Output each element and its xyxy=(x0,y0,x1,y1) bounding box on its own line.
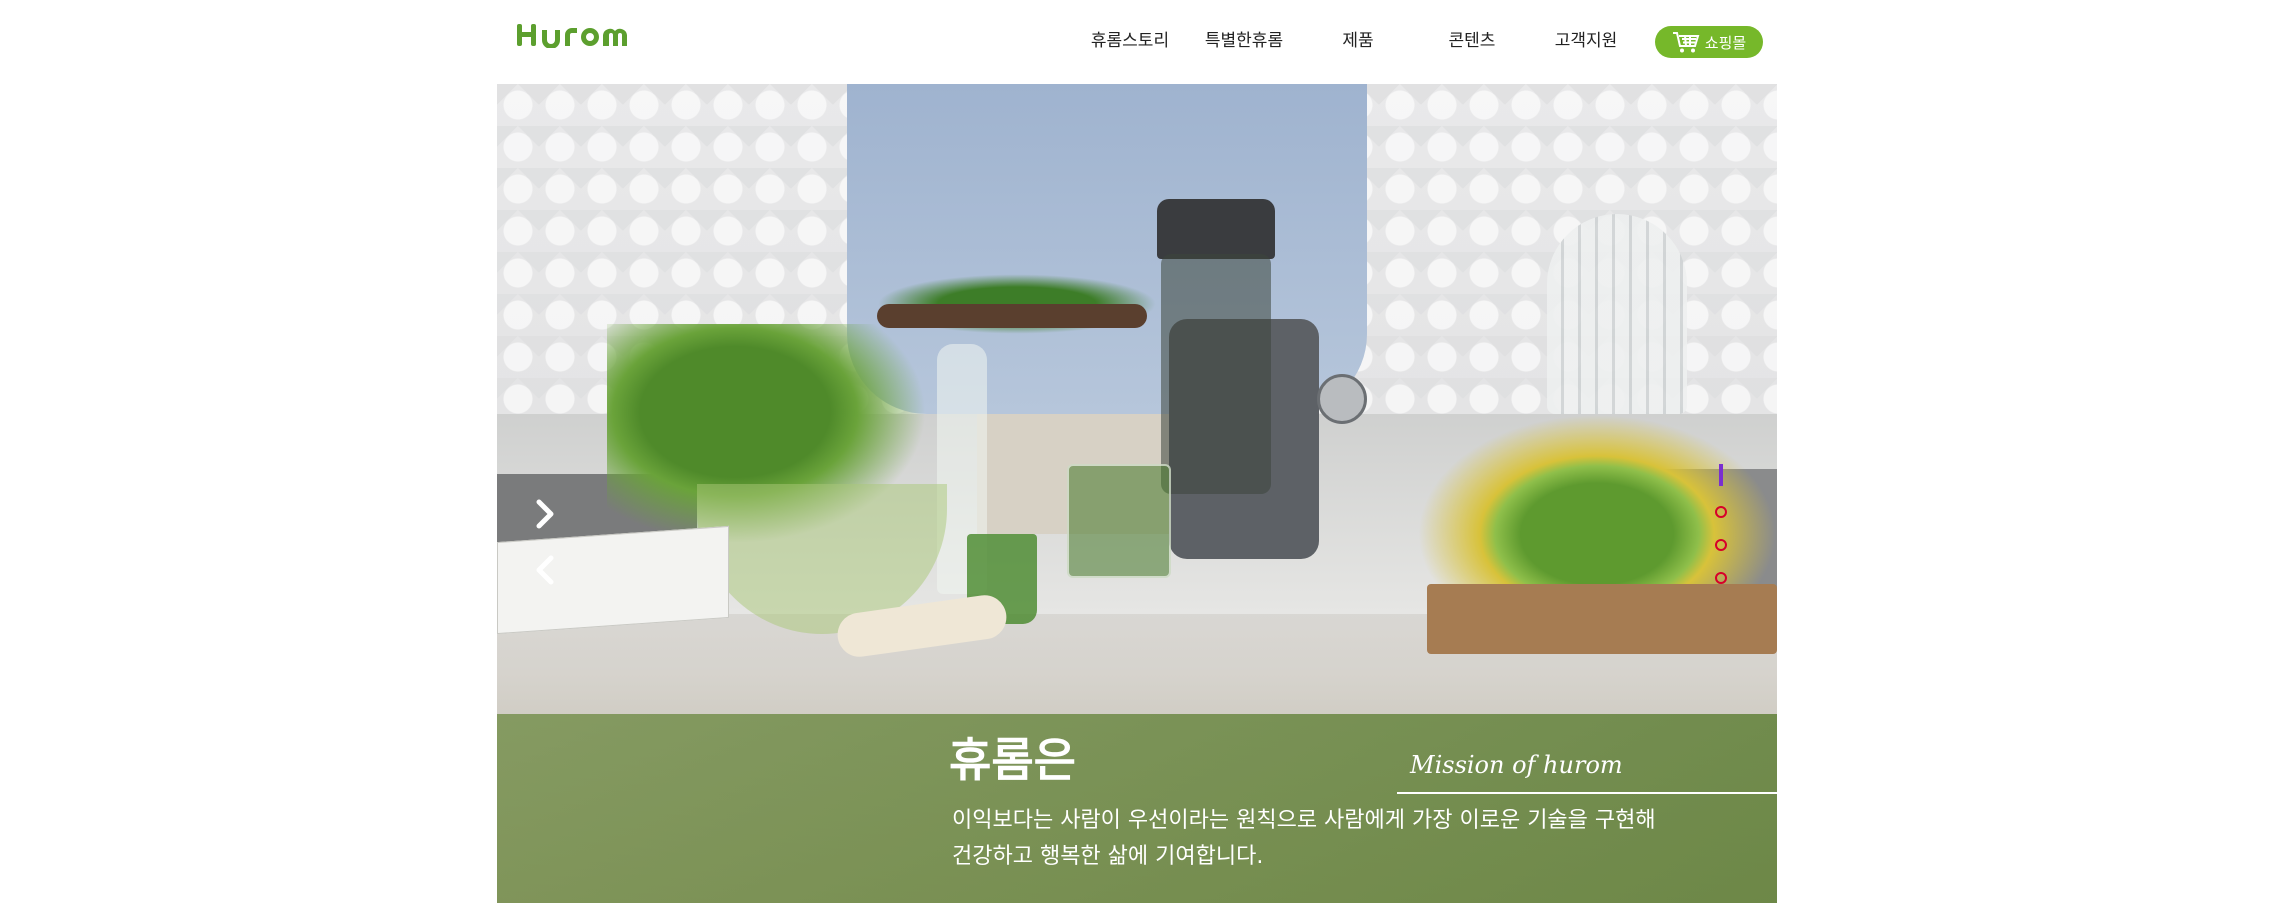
hero-caption: 휴롬은 이익보다는 사람이 우선이라는 원칙으로 사람에게 가장 이로운 기술을… xyxy=(497,714,1777,903)
shop-button[interactable]: 쇼핑몰 xyxy=(1655,26,1763,58)
hurom-logo[interactable] xyxy=(517,22,641,54)
hero-photo-crate xyxy=(1427,584,1777,654)
hero-photo-juicer-knob xyxy=(1317,374,1367,424)
pager-dot[interactable] xyxy=(1715,506,1727,518)
hero-description-line-2: 건강하고 행복한 삶에 기여합니다. xyxy=(952,844,1264,869)
pager-dot[interactable] xyxy=(1715,572,1727,584)
nav-item-support[interactable]: 고객지원 xyxy=(1536,26,1636,56)
hero-title: 휴롬은 xyxy=(949,733,1076,787)
pager-active-indicator[interactable] xyxy=(1719,464,1723,486)
mission-heading: Mission of hurom xyxy=(1410,751,1623,779)
hero-slider: 휴롬은 이익보다는 사람이 우선이라는 원칙으로 사람에게 가장 이로운 기술을… xyxy=(497,84,1777,903)
header: 휴롬스토리 특별한휴롬 제품 콘텐츠 고객지원 쇼핑몰 xyxy=(497,0,1777,84)
shop-button-label: 쇼핑몰 xyxy=(1704,33,1747,52)
hurom-logo-mark xyxy=(517,24,627,49)
hero-description-line-1: 이익보다는 사람이 우선이라는 원칙으로 사람에게 가장 이로운 기술을 구현해 xyxy=(952,808,1656,833)
slider-prev-button[interactable] xyxy=(527,552,563,588)
cart-icon xyxy=(1672,32,1700,53)
hero-photo-juicer-chamber xyxy=(1161,254,1271,494)
hero-photo-juicer-hopper xyxy=(1157,199,1275,259)
page: 휴롬스토리 특별한휴롬 제품 콘텐츠 고객지원 쇼핑몰 휴롬은 이익보다는 사람… xyxy=(497,0,1777,903)
chevron-right-icon xyxy=(536,499,554,529)
hero-photo-juice-pitcher xyxy=(1067,464,1171,578)
nav-item-contents[interactable]: 콘텐츠 xyxy=(1422,26,1522,56)
nav-item-hurom-story[interactable]: 휴롬스토리 xyxy=(1080,26,1180,56)
nav-item-products[interactable]: 제품 xyxy=(1308,26,1408,56)
mission-divider xyxy=(1397,792,1777,794)
chevron-left-icon xyxy=(536,555,554,585)
pager-dot[interactable] xyxy=(1715,539,1727,551)
slider-next-button[interactable] xyxy=(527,496,563,532)
nav-item-special-hurom[interactable]: 특별한휴롬 xyxy=(1194,26,1294,56)
hero-photo-plates xyxy=(1547,214,1687,414)
